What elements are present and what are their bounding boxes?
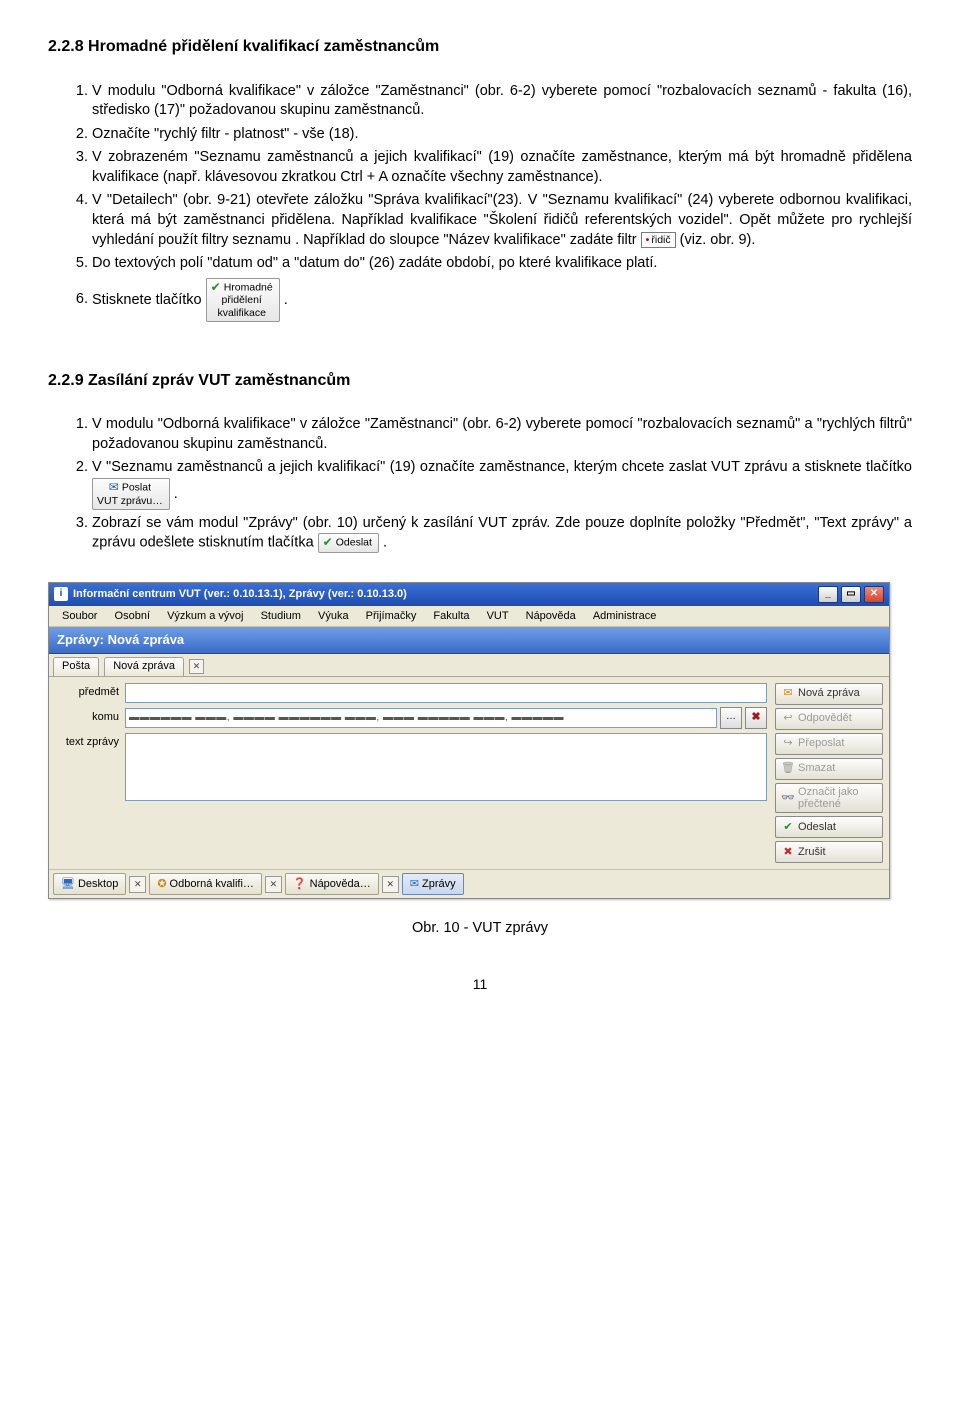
window-titlebar: i Informační centrum VUT (ver.: 0.10.13.… [49,583,889,606]
step-228-4: V "Detailech" (obr. 9-21) otevřete zálož… [92,191,912,250]
send-vut-msg-button[interactable]: ✉Poslat VUT zprávu… [92,478,170,510]
page-number: 11 [48,975,912,994]
close-button[interactable]: ✕ [864,586,884,603]
help-icon: ❓ [293,877,307,892]
taskbar: 🖥Desktop ✕ ✪Odborná kvalifi… ✕ ❓Nápověda… [49,869,889,898]
screenshot-vut-zpravy: i Informační centrum VUT (ver.: 0.10.13.… [48,582,890,899]
menu-fakulta[interactable]: Fakulta [426,608,476,625]
menu-prijimacky[interactable]: Přijímačky [359,608,424,625]
step-229-2: V "Seznamu zaměstnanců a jejich kvalifik… [92,458,912,509]
label-text: text zprávy [55,733,125,750]
step-229-3a: Zobrazí se vám modul "Zprávy" (obr. 10) … [92,515,912,551]
textarea-message[interactable] [125,733,767,801]
app-icon: i [54,587,68,601]
filter-chip-label: řidič [651,234,670,246]
row-komu: komu ▬▬▬▬▬▬ ▬▬▬, ▬▬▬▬ ▬▬▬▬▬▬ ▬▬▬, ▬▬▬ ▬▬… [55,707,767,729]
submit-send-button[interactable]: ✔Odeslat [318,533,379,553]
task-desktop[interactable]: 🖥Desktop [53,873,126,895]
menu-vyuka[interactable]: Výuka [311,608,356,625]
mail-icon: ✉ [410,877,419,892]
label-komu: komu [55,710,125,725]
task-close-3[interactable]: ✕ [382,876,399,893]
input-predmet[interactable] [125,683,767,703]
row-predmet: předmět [55,683,767,703]
step-229-1: V modulu "Odborná kvalifikace" v záložce… [92,415,912,454]
step-228-4a: V "Detailech" (obr. 9-21) otevřete zálož… [92,192,912,247]
btn-odpovedet[interactable]: ↩Odpovědět [775,708,883,730]
forward-icon: ↪ [781,736,795,751]
steps-229: V modulu "Odborná kvalifikace" v záložce… [48,415,912,553]
minimize-button[interactable]: _ [818,586,838,603]
maximize-button[interactable]: ▭ [841,586,861,603]
filter-chip-ridic: •řidič [641,232,676,248]
tab-close-button[interactable]: ✕ [189,659,204,674]
pick-recipients-button[interactable]: … [720,707,742,729]
filter-clear-icon: • [646,234,650,246]
trash-icon: 🗑 [781,761,795,776]
step-229-2a: V "Seznamu zaměstnanců a jejich kvalifik… [92,459,912,475]
task-close-2[interactable]: ✕ [265,876,282,893]
qualif-icon: ✪ [157,877,166,892]
btn-nova-zprava[interactable]: ✉Nová zpráva [775,683,883,705]
cancel-icon: ✖ [781,845,795,860]
step-228-2: Označíte "rychlý filtr - platnost" - vše… [92,125,912,145]
form-area: předmět komu ▬▬▬▬▬▬ ▬▬▬, ▬▬▬▬ ▬▬▬▬▬▬ ▬▬▬… [49,677,889,869]
menu-osobni[interactable]: Osobní [108,608,157,625]
bulk-assign-button[interactable]: ✔Hromadné přidělení kvalifikace [206,278,280,322]
step-228-6a: Stisknete tlačítko [92,291,206,307]
step-228-3: V zobrazeném "Seznamu zaměstnanců a jeji… [92,148,912,187]
step-228-6b: . [284,291,288,307]
btn-zrusit[interactable]: ✖Zrušit [775,841,883,863]
step-229-3b: . [383,535,387,551]
tabstrip: Pošta Nová zpráva ✕ [49,654,889,677]
step-228-5: Do textových polí "datum od" a "datum do… [92,254,912,274]
menu-vyzkum[interactable]: Výzkum a vývoj [160,608,250,625]
steps-228: V modulu "Odborná kvalifikace" v záložce… [48,82,912,322]
reply-icon: ↩ [781,711,795,726]
task-napoveda[interactable]: ❓Nápověda… [285,873,379,895]
read-icon: 👓 [781,792,795,804]
window-title: Informační centrum VUT (ver.: 0.10.13.1)… [73,587,407,602]
mail-icon: ✉ [109,481,119,495]
btn-smazat[interactable]: 🗑Smazat [775,758,883,780]
menu-studium[interactable]: Studium [254,608,308,625]
input-komu[interactable]: ▬▬▬▬▬▬ ▬▬▬, ▬▬▬▬ ▬▬▬▬▬▬ ▬▬▬, ▬▬▬ ▬▬▬▬▬ ▬… [125,708,717,728]
check-icon: ✔ [781,820,795,835]
step-229-2b: . [174,486,178,502]
menu-vut[interactable]: VUT [480,608,516,625]
btn-odeslat[interactable]: ✔Odeslat [775,816,883,838]
step-228-6: Stisknete tlačítko ✔Hromadné přidělení k… [92,278,912,322]
menu-napoveda[interactable]: Nápověda [519,608,583,625]
row-text: text zprávy [55,733,767,801]
step-228-1: V modulu "Odborná kvalifikace" v záložce… [92,82,912,121]
section-heading-229: 2.2.9 Zasílání zpráv VUT zaměstnancům [48,370,912,392]
step-228-4b: (viz. obr. 9). [680,232,756,248]
menubar: Soubor Osobní Výzkum a vývoj Studium Výu… [49,606,889,628]
desktop-icon: 🖥 [61,877,75,892]
menu-administrace[interactable]: Administrace [586,608,664,625]
btn-preposlat[interactable]: ↪Přeposlat [775,733,883,755]
menu-soubor[interactable]: Soubor [55,608,104,625]
task-odborna[interactable]: ✪Odborná kvalifi… [149,873,262,895]
clear-recipients-button[interactable]: ✖ [745,707,767,729]
step-229-3: Zobrazí se vám modul "Zprávy" (obr. 10) … [92,514,912,554]
check-icon: ✔ [323,536,333,550]
btn-oznacit-prectene[interactable]: 👓 Označit jako přečtené [775,783,883,813]
check-icon: ✔ [211,281,221,295]
label-predmet: předmět [55,685,125,700]
tab-posta[interactable]: Pošta [53,657,99,676]
new-icon: ✉ [781,686,795,701]
side-buttons: ✉Nová zpráva ↩Odpovědět ↪Přeposlat 🗑Smaz… [773,677,889,869]
figure-caption: Obr. 10 - VUT zprávy [48,919,912,939]
task-zpravy[interactable]: ✉Zprávy [402,873,464,895]
tab-nova-zprava[interactable]: Nová zpráva [104,657,184,676]
section-heading-228: 2.2.8 Hromadné přidělení kvalifikací zam… [48,36,912,58]
module-header: Zprávy: Nová zpráva [49,627,889,654]
task-close-1[interactable]: ✕ [129,876,146,893]
